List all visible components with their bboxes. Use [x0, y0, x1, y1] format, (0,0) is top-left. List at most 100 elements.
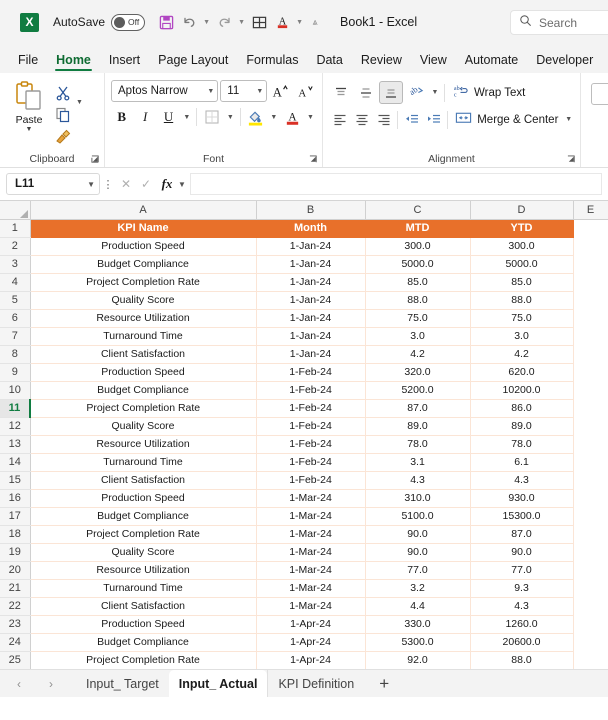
grid-cell[interactable]: 1-Mar-24: [256, 561, 366, 580]
grid-cell[interactable]: 5000.0: [470, 255, 574, 274]
row-header[interactable]: 11: [0, 399, 31, 418]
tab-formulas[interactable]: Formulas: [238, 51, 306, 73]
align-right-button[interactable]: [373, 108, 394, 131]
grid-cell[interactable]: 3.0: [470, 327, 574, 346]
save-icon[interactable]: [155, 11, 177, 33]
grid-cell[interactable]: [573, 579, 608, 597]
grid-cell[interactable]: Quality Score: [30, 543, 257, 562]
middle-align-button[interactable]: [354, 81, 378, 104]
grid-cell[interactable]: 300.0: [365, 237, 471, 256]
grid-cell[interactable]: 10200.0: [470, 381, 574, 400]
grid-cell[interactable]: Production Speed: [30, 615, 257, 634]
font-color-dropdown-icon[interactable]: ▼: [294, 11, 305, 33]
grid-cell[interactable]: 6.1: [470, 453, 574, 472]
grid-cell[interactable]: Budget Compliance: [30, 381, 257, 400]
grid-cell[interactable]: Project Completion Rate: [30, 399, 257, 418]
font-dialog-launcher-icon[interactable]: [309, 155, 318, 166]
grid-cell[interactable]: [573, 525, 608, 543]
borders-button[interactable]: [201, 106, 222, 128]
grid-cell[interactable]: 88.0: [470, 651, 574, 670]
row-header[interactable]: 19: [0, 543, 31, 562]
underline-button[interactable]: U: [158, 106, 179, 128]
insert-function-icon[interactable]: fx: [156, 173, 178, 195]
row-header[interactable]: 15: [0, 471, 31, 490]
alignment-dialog-launcher-icon[interactable]: [567, 155, 576, 166]
grid-cell[interactable]: 86.0: [470, 399, 574, 418]
grid-cell[interactable]: 20600.0: [470, 633, 574, 652]
grid-cell[interactable]: 4.2: [365, 345, 471, 364]
customize-quick-access-toolbar-icon[interactable]: ⩓: [306, 11, 324, 33]
grid-cell[interactable]: Budget Compliance: [30, 633, 257, 652]
grid-cell[interactable]: 1-Apr-24: [256, 651, 366, 670]
grid-cell[interactable]: 1-Mar-24: [256, 597, 366, 616]
row-header[interactable]: 6: [0, 309, 31, 328]
grid-cell[interactable]: 5300.0: [365, 633, 471, 652]
grid-cell[interactable]: 75.0: [365, 309, 471, 328]
grid-cell[interactable]: 88.0: [365, 291, 471, 310]
header-cell[interactable]: MTD: [365, 219, 471, 238]
format-painter-button[interactable]: [52, 126, 74, 147]
grid-cell[interactable]: 77.0: [365, 561, 471, 580]
grid-cell[interactable]: [573, 399, 608, 417]
column-header-a[interactable]: A: [30, 201, 257, 220]
grid-cell[interactable]: 1-Feb-24: [256, 471, 366, 490]
align-left-button[interactable]: [329, 108, 350, 131]
formula-bar-more-icon[interactable]: ⋮: [100, 178, 116, 191]
tab-page-layout[interactable]: Page Layout: [150, 51, 236, 73]
grid-cell[interactable]: 320.0: [365, 363, 471, 382]
grid-cell[interactable]: [573, 219, 608, 237]
grid-cell[interactable]: [573, 561, 608, 579]
font-size-combo[interactable]: 11 ▼: [220, 80, 268, 102]
grid-cell[interactable]: 310.0: [365, 489, 471, 508]
grid-cell[interactable]: 1-Jan-24: [256, 309, 366, 328]
table-icon[interactable]: [248, 11, 270, 33]
row-header[interactable]: 9: [0, 363, 31, 382]
grid-cell[interactable]: 930.0: [470, 489, 574, 508]
grid-cell[interactable]: Turnaround Time: [30, 453, 257, 472]
grid-cell[interactable]: [573, 237, 608, 255]
grid-cell[interactable]: 1-Feb-24: [256, 453, 366, 472]
tab-developer[interactable]: Developer: [528, 51, 601, 73]
grid-cell[interactable]: [573, 417, 608, 435]
row-header[interactable]: 23: [0, 615, 31, 634]
row-header[interactable]: 14: [0, 453, 31, 472]
tab-data[interactable]: Data: [308, 51, 350, 73]
search-input[interactable]: Search: [539, 16, 577, 30]
grid-cell[interactable]: 85.0: [470, 273, 574, 292]
grid-cell[interactable]: 4.2: [470, 345, 574, 364]
row-header[interactable]: 20: [0, 561, 31, 580]
grid-cell[interactable]: [573, 363, 608, 381]
tab-automate[interactable]: Automate: [457, 51, 527, 73]
grid-cell[interactable]: 92.0: [365, 651, 471, 670]
add-sheet-button[interactable]: +: [364, 670, 404, 697]
decrease-font-size-button[interactable]: A: [294, 80, 316, 102]
search-box[interactable]: Search: [510, 10, 608, 35]
grid-cell[interactable]: 330.0: [365, 615, 471, 634]
tab-review[interactable]: Review: [353, 51, 410, 73]
font-size-dropdown-icon[interactable]: ▼: [252, 88, 263, 95]
row-header[interactable]: 1: [0, 219, 31, 238]
grid-cell[interactable]: 1-Jan-24: [256, 291, 366, 310]
orientation-dropdown-icon[interactable]: ▼: [429, 82, 441, 104]
grid-cell[interactable]: Production Speed: [30, 363, 257, 382]
grid-cell[interactable]: 4.3: [365, 471, 471, 490]
font-color-button[interactable]: A: [281, 106, 302, 128]
grid-cell[interactable]: 77.0: [470, 561, 574, 580]
row-header[interactable]: 22: [0, 597, 31, 616]
paste-button[interactable]: Paste ▼: [6, 79, 52, 147]
underline-dropdown-icon[interactable]: ▼: [181, 106, 192, 128]
grid-cell[interactable]: [573, 273, 608, 291]
sheet-tab-input-target[interactable]: Input_ Target: [76, 670, 169, 697]
grid-cell[interactable]: 1-Jan-24: [256, 327, 366, 346]
header-cell[interactable]: YTD: [470, 219, 574, 238]
grid-cell[interactable]: 1260.0: [470, 615, 574, 634]
grid-cell[interactable]: [573, 381, 608, 399]
grid-cell[interactable]: 1-Mar-24: [256, 579, 366, 598]
row-header[interactable]: 7: [0, 327, 31, 346]
center-button[interactable]: [351, 108, 372, 131]
grid-cell[interactable]: Project Completion Rate: [30, 525, 257, 544]
decrease-indent-button[interactable]: [401, 108, 422, 131]
grid-cell[interactable]: [573, 255, 608, 273]
header-cell[interactable]: KPI Name: [30, 219, 257, 238]
grid-cell[interactable]: Client Satisfaction: [30, 471, 257, 490]
